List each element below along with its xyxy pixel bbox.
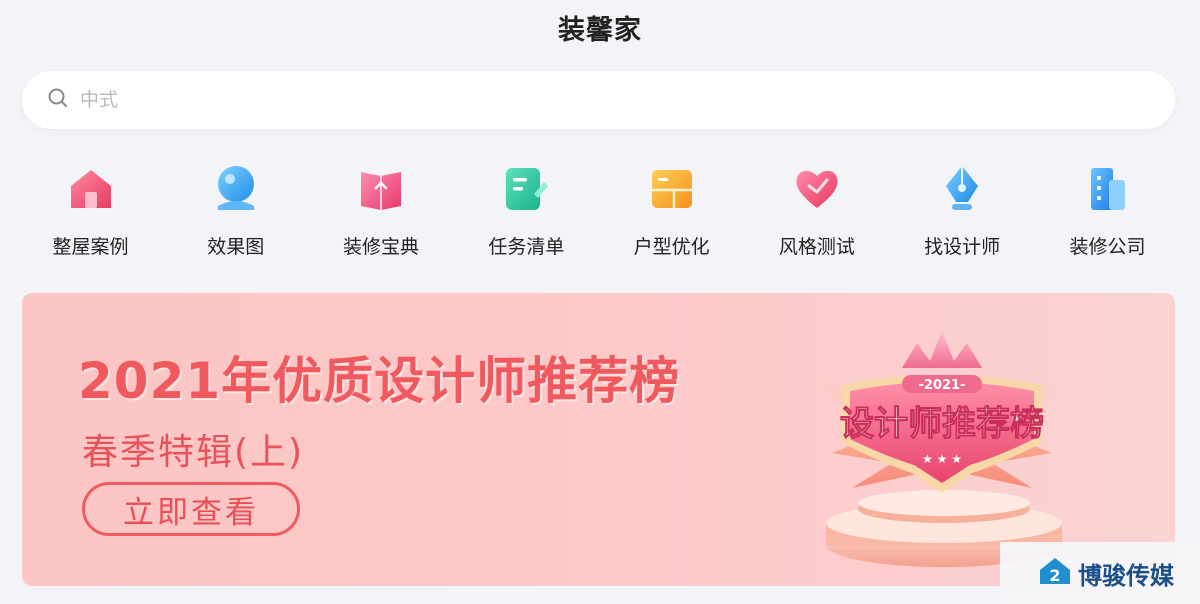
nav-item-style-test[interactable]: 风格测试: [744, 160, 889, 270]
watermark: 2 博骏传媒: [1000, 542, 1200, 604]
nav-label: 效果图: [207, 236, 265, 258]
nav-label: 装修宝典: [343, 236, 420, 258]
nav-item-task-list[interactable]: 任务清单: [454, 160, 599, 270]
badge-year: -2021-: [919, 378, 966, 393]
nav-item-find-designer[interactable]: 找设计师: [890, 160, 1035, 270]
building-icon: [1079, 160, 1135, 216]
nav-label: 整屋案例: [52, 236, 129, 258]
search-bar[interactable]: [22, 71, 1175, 129]
banner-title: 2021年优质设计师推荐榜: [78, 352, 681, 410]
pen-nib-icon: [934, 160, 990, 216]
nav-label: 装修公司: [1069, 236, 1146, 258]
house-icon: [63, 160, 119, 216]
banner-subtitle: 春季特辑(上): [82, 432, 305, 473]
watermark-text: 博骏传媒: [1078, 561, 1174, 590]
heart-icon: [789, 160, 845, 216]
globe-icon: [208, 160, 264, 216]
watermark-logo-icon: 2: [1038, 556, 1072, 590]
badge-stars: ★ ★ ★: [922, 452, 962, 466]
badge-text: 设计师推荐榜: [840, 404, 1044, 444]
nav-label: 风格测试: [778, 236, 855, 258]
search-input[interactable]: [80, 89, 1080, 111]
search-icon: [46, 86, 70, 114]
nav-item-decor-guide[interactable]: 装修宝典: [309, 160, 454, 270]
page-title: 装馨家: [558, 15, 642, 46]
category-nav: 整屋案例 效果图 装修宝典 任务清单 户型优化 风格测试 找设计师 装修公司: [18, 160, 1180, 270]
checklist-icon: [498, 160, 554, 216]
nav-item-floorplan-optimization[interactable]: 户型优化: [599, 160, 744, 270]
nav-label: 户型优化: [633, 236, 710, 258]
view-now-button[interactable]: 立即查看: [82, 482, 300, 536]
book-icon: [353, 160, 409, 216]
svg-text:2: 2: [1049, 566, 1060, 585]
nav-item-whole-house-cases[interactable]: 整屋案例: [18, 160, 163, 270]
nav-label: 找设计师: [924, 236, 1001, 258]
floorplan-icon: [644, 160, 700, 216]
nav-label: 任务清单: [488, 236, 565, 258]
nav-item-decor-company[interactable]: 装修公司: [1035, 160, 1180, 270]
nav-item-renderings[interactable]: 效果图: [163, 160, 308, 270]
